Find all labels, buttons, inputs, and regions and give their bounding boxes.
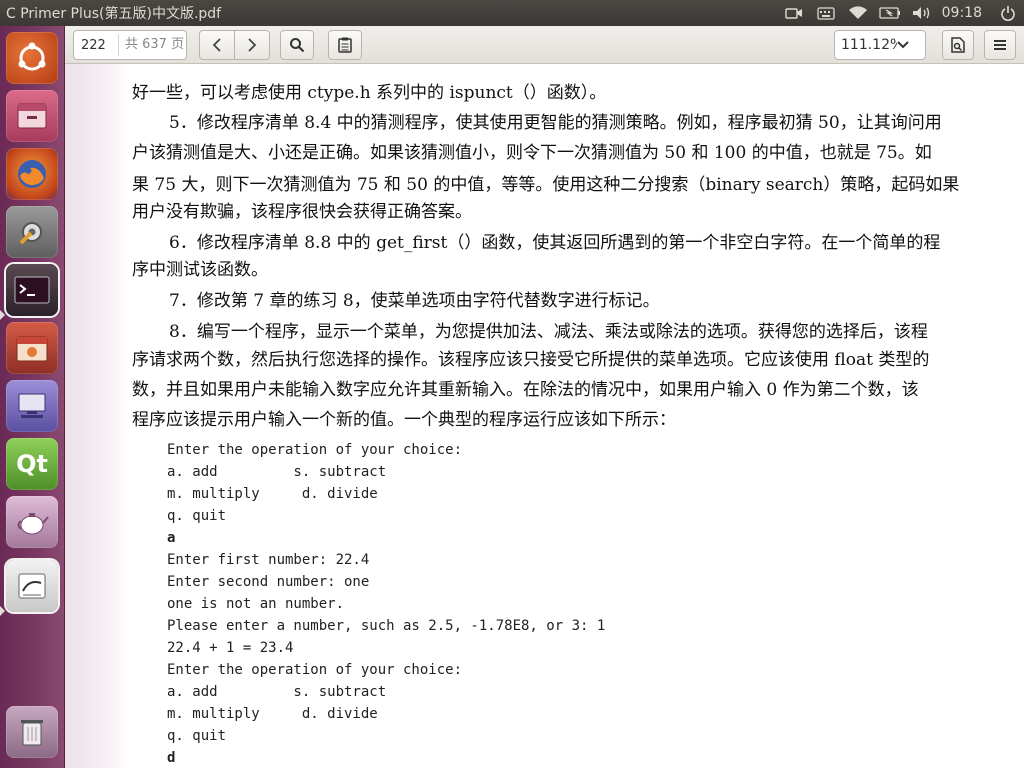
document-paragraph-line: 6．修改程序清单 8.8 中的 get_first（）函数，使其返回所遇到的第一… <box>169 233 941 253</box>
keyboard-icon[interactable] <box>810 0 842 26</box>
code-sample-line: Enter second number: one <box>167 574 370 590</box>
document-paragraph-line: 户该猜测值是大、小还是正确。如果该猜测值小，则令下一次猜测值为 50 和 100… <box>132 143 932 163</box>
code-sample-line: Please enter a number, such as 2.5, -1.7… <box>167 618 606 634</box>
top-panel: C Primer Plus(第五版)中文版.pdf 09:18 <box>0 0 1024 26</box>
document-icon <box>951 37 965 53</box>
zoom-value[interactable]: 111.12% <box>841 37 897 53</box>
clock[interactable]: 09:18 <box>938 0 992 26</box>
document-paragraph-line: 程序应该提示用户输入一个新的值。一个典型的程序运行应该如下所示： <box>132 410 676 430</box>
calendar-app-icon[interactable] <box>6 322 58 374</box>
document-paragraph-line: 好一些，可以考虑使用 ctype.h 系列中的 ispunct（）函数）。 <box>132 83 607 103</box>
window-title: C Primer Plus(第五版)中文版.pdf <box>6 6 222 22</box>
search-icon <box>290 38 305 53</box>
power-icon[interactable] <box>992 0 1024 26</box>
document-viewer-icon[interactable] <box>6 560 58 612</box>
document-paragraph-line: 果 75 大，则下一次猜测值为 75 和 50 的中值，等等。使用这种二分搜索（… <box>132 175 960 195</box>
document-paragraph-line: 序中测试该函数。 <box>132 260 268 280</box>
code-sample-line: a <box>167 530 176 546</box>
chevron-down-icon <box>897 41 909 49</box>
chevron-left-icon <box>212 38 221 52</box>
active-indicator <box>0 310 5 320</box>
document-paragraph-line: 数，并且如果用户未能输入数字应允许其重新输入。在除法的情况中，如果用户输入 0 … <box>132 380 919 400</box>
wifi-icon[interactable] <box>842 0 874 26</box>
document-paragraph-line: 8．编写一个程序，显示一个菜单，为您提供加法、减法、乘法或除法的选项。获得您的选… <box>169 322 928 342</box>
firefox-icon[interactable] <box>6 148 58 200</box>
qt-creator-icon[interactable]: Qt <box>6 438 58 490</box>
previous-page-button[interactable] <box>199 30 235 60</box>
viewer-toolbar: 222 共 637 页 111.12% <box>65 26 1024 64</box>
document-paragraph-line: 7．修改第 7 章的练习 8，使菜单选项由字符代替数字进行标记。 <box>169 291 660 311</box>
hamburger-menu-icon <box>994 40 1006 50</box>
running-indicator <box>0 606 5 616</box>
trash-icon[interactable] <box>6 706 58 758</box>
clipboard-icon <box>338 37 352 53</box>
code-sample-line: Enter first number: 22.4 <box>167 552 370 568</box>
code-sample-line: 22.4 + 1 = 23.4 <box>167 640 294 656</box>
code-sample-line: Enter the operation of your choice: <box>167 442 463 458</box>
ubuntu-dash-icon[interactable] <box>6 32 58 84</box>
code-sample-line: q. quit <box>167 508 227 524</box>
page-current-input[interactable]: 222 <box>74 38 118 53</box>
chevron-right-icon <box>248 38 257 52</box>
zoom-selector[interactable]: 111.12% <box>834 30 926 60</box>
next-page-button[interactable] <box>234 30 270 60</box>
page-number-field[interactable]: 222 共 637 页 <box>73 30 187 60</box>
open-document-button[interactable] <box>942 30 974 60</box>
code-sample-line: one is not an number. <box>167 596 345 612</box>
document-paragraph-line: 用户没有欺骗，该程序很快会获得正确答案。 <box>132 202 472 222</box>
code-sample-line: d <box>167 750 176 766</box>
code-sample-line: m. multiply d. divide <box>167 486 378 502</box>
teapot-icon[interactable] <box>6 496 58 548</box>
document-paragraph-line: 序请求两个数，然后执行您选择的操作。该程序应该只接受它所提供的菜单选项。它应该使… <box>132 350 930 370</box>
launcher: Qt <box>0 26 65 768</box>
settings-icon[interactable] <box>6 206 58 258</box>
code-sample-line: a. add s. subtract <box>167 684 387 700</box>
camera-icon[interactable] <box>778 0 810 26</box>
code-sample-line: Enter the operation of your choice: <box>167 662 463 678</box>
terminal-icon[interactable] <box>6 264 58 316</box>
menu-button[interactable] <box>984 30 1016 60</box>
document-paragraph-line: 5．修改程序清单 8.4 中的猜测程序，使其使用更智能的猜测策略。例如，程序最初… <box>169 113 942 133</box>
battery-icon[interactable] <box>874 0 906 26</box>
volume-icon[interactable] <box>906 0 938 26</box>
annotations-button[interactable] <box>328 30 362 60</box>
remote-desktop-icon[interactable] <box>6 380 58 432</box>
page-margin <box>65 64 129 768</box>
code-sample-line: a. add s. subtract <box>167 464 387 480</box>
files-icon[interactable] <box>6 90 58 142</box>
indicator-area: 09:18 <box>778 0 1024 26</box>
search-button[interactable] <box>280 30 314 60</box>
document-view[interactable]: 好一些，可以考虑使用 ctype.h 系列中的 ispunct（）函数）。 5．修… <box>65 64 1024 768</box>
code-sample-line: m. multiply d. divide <box>167 706 378 722</box>
page-total-label: 共 637 页 <box>118 34 184 56</box>
code-sample-line: q. quit <box>167 728 227 744</box>
